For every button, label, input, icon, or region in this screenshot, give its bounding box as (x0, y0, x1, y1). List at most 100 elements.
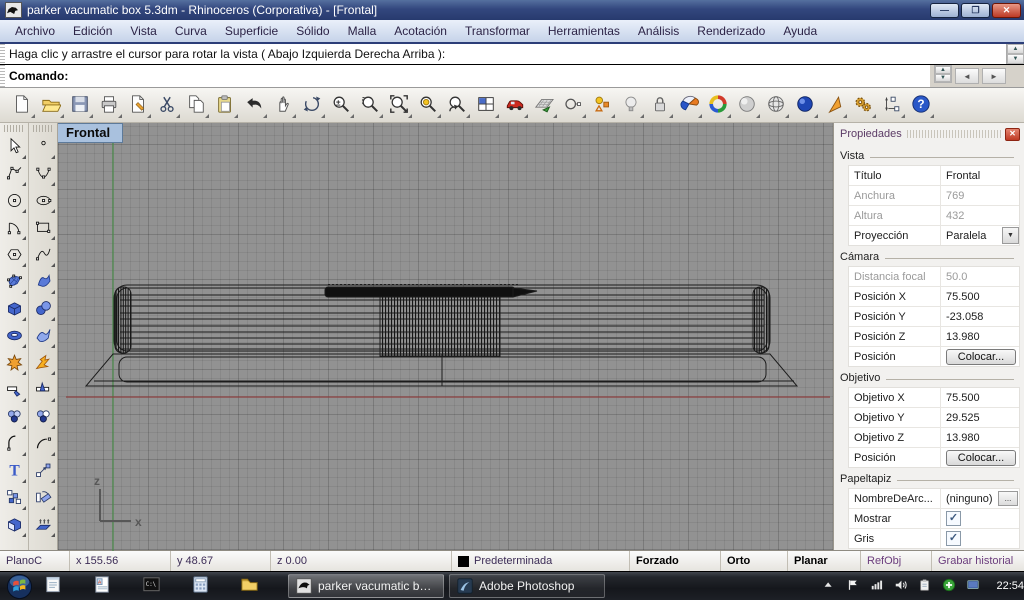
properties-grip[interactable] (907, 130, 1001, 138)
fillet-button[interactable] (1, 431, 27, 458)
menu-item-analisis[interactable]: Análisis (629, 22, 688, 40)
viewport-frontal[interactable]: Frontal (58, 123, 833, 550)
minimize-button[interactable]: — (930, 3, 959, 18)
polyline-button[interactable] (1, 161, 27, 188)
status-refobj[interactable]: RefObj (861, 551, 932, 571)
prop-value-text[interactable]: 29.525 (946, 412, 980, 424)
menu-item-acotacion[interactable]: Acotación (385, 22, 456, 40)
undo-button[interactable] (239, 91, 268, 119)
surface-curved-button[interactable] (30, 269, 56, 296)
colocar-button[interactable]: Colocar... (946, 450, 1016, 466)
calculator-quicklaunch-button[interactable] (189, 574, 211, 598)
rectangle-button[interactable] (30, 215, 56, 242)
close-button[interactable]: ✕ (992, 3, 1021, 18)
ghosted-view-button[interactable] (761, 91, 790, 119)
menu-item-transformar[interactable]: Transformar (456, 22, 539, 40)
zoom-back-button[interactable] (442, 91, 471, 119)
rotate-button[interactable] (30, 485, 56, 512)
trim-button[interactable] (1, 377, 27, 404)
menu-item-curva[interactable]: Curva (166, 22, 216, 40)
scroll-up-button[interactable]: ▲ (1007, 44, 1024, 54)
prop-value-text[interactable]: 13.980 (946, 432, 980, 444)
viewport-tab[interactable]: Frontal (58, 123, 123, 143)
action-flag-tray-button[interactable] (846, 578, 860, 595)
prop-value-text[interactable]: 75.500 (946, 291, 980, 303)
text-button[interactable]: T (1, 458, 27, 485)
task-parker-vacumatic-bo[interactable]: parker vacumatic bo... (288, 574, 444, 598)
blocks-button[interactable] (1, 485, 27, 512)
prompt-up-button[interactable]: ▲ (935, 66, 951, 74)
checkbox-gris[interactable]: ✓ (946, 531, 961, 546)
group-button[interactable] (1, 404, 27, 431)
rotate-view-button[interactable] (297, 91, 326, 119)
box-button[interactable] (1, 296, 27, 323)
prompt-down-button[interactable]: ▼ (935, 74, 951, 82)
explode-button[interactable] (30, 350, 56, 377)
freeform-curve-button[interactable] (30, 242, 56, 269)
color-wheel-button[interactable] (703, 91, 732, 119)
start-button[interactable] (0, 572, 34, 600)
dropdown-button-proyeccion[interactable]: ▼ (1002, 227, 1019, 244)
print-button[interactable] (94, 91, 123, 119)
cmd-quicklaunch-button[interactable]: C:\ (140, 574, 162, 598)
explorer-quicklaunch-button[interactable] (238, 574, 260, 598)
lightbulb-button[interactable] (616, 91, 645, 119)
open-file-button[interactable] (36, 91, 65, 119)
spheres-button[interactable] (30, 296, 56, 323)
scroll-down-button[interactable]: ▼ (1007, 54, 1024, 64)
menu-item-malla[interactable]: Malla (339, 22, 386, 40)
analyze-button[interactable] (674, 91, 703, 119)
arc-button[interactable] (1, 215, 27, 242)
help-button[interactable]: ? (906, 91, 935, 119)
side-toolbar-grip[interactable] (4, 125, 24, 132)
ellipse-button[interactable] (30, 188, 56, 215)
boolean-star-button[interactable] (1, 350, 27, 377)
paste-button[interactable] (210, 91, 239, 119)
torus-button[interactable] (1, 323, 27, 350)
menu-item-vista[interactable]: Vista (121, 22, 165, 40)
colocar-button[interactable]: Colocar... (946, 349, 1016, 365)
extend-button[interactable] (30, 431, 56, 458)
cut-button[interactable] (152, 91, 181, 119)
car-button[interactable] (500, 91, 529, 119)
scroll-right-button[interactable]: ► (982, 68, 1006, 84)
task-adobe-photoshop[interactable]: Adobe Photoshop (449, 574, 605, 598)
status-grabar-historial[interactable]: Grabar historial (932, 551, 1024, 571)
command-input[interactable] (72, 68, 930, 84)
wordpad-quicklaunch-button[interactable]: A (91, 574, 113, 598)
prop-value-text[interactable]: Frontal (946, 170, 980, 182)
prop-value-text[interactable]: -23.058 (946, 311, 983, 323)
select-button[interactable] (1, 134, 27, 161)
flag-button[interactable] (819, 91, 848, 119)
menu-item-renderizado[interactable]: Renderizado (688, 22, 774, 40)
export-button[interactable] (123, 91, 152, 119)
menu-item-ayuda[interactable]: Ayuda (774, 22, 826, 40)
shaded-view-button[interactable] (732, 91, 761, 119)
render-button[interactable] (790, 91, 819, 119)
zoom-selected-button[interactable] (413, 91, 442, 119)
menu-item-solido[interactable]: Sólido (287, 22, 338, 40)
dimension-button[interactable] (877, 91, 906, 119)
new-document-button[interactable] (7, 91, 36, 119)
extrude-button[interactable] (30, 512, 56, 539)
antivirus-tray-button[interactable] (942, 578, 956, 595)
point-button[interactable] (30, 134, 56, 161)
save-button[interactable] (65, 91, 94, 119)
viewport-layout-button[interactable] (471, 91, 500, 119)
menu-item-herramientas[interactable]: Herramientas (539, 22, 629, 40)
copy-button[interactable] (181, 91, 210, 119)
zoom-dynamic-button[interactable]: ± (326, 91, 355, 119)
notepad-quicklaunch-button[interactable] (42, 574, 64, 598)
display-tray-button[interactable] (966, 578, 980, 595)
osnap-button[interactable] (558, 91, 587, 119)
volume-tray-button[interactable] (894, 578, 908, 595)
network-tray-button[interactable] (870, 578, 884, 595)
surface-points-button[interactable] (1, 269, 27, 296)
menu-item-superficie[interactable]: Superficie (216, 22, 287, 40)
zoom-extents-button[interactable] (384, 91, 413, 119)
prop-value-text[interactable]: 75.500 (946, 392, 980, 404)
side-toolbar-grip[interactable] (33, 125, 53, 132)
lock-button[interactable] (645, 91, 674, 119)
prop-value-text[interactable]: 13.980 (946, 331, 980, 343)
restore-button[interactable]: ❐ (961, 3, 990, 18)
